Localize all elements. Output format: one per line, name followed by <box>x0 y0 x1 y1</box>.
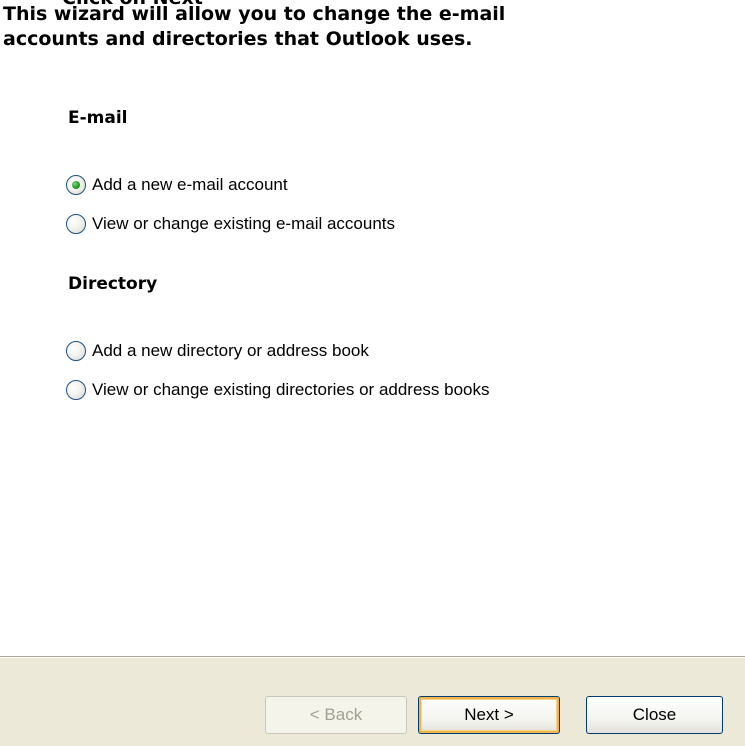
radio-label-add-email-account: Add a new e-mail account <box>92 175 288 194</box>
back-button[interactable]: < Back <box>265 696 407 734</box>
radio-add-directory[interactable]: Add a new directory or address book <box>66 338 369 364</box>
radio-add-email-account[interactable]: Add a new e-mail account <box>66 172 288 198</box>
radio-label-add-directory: Add a new directory or address book <box>92 341 369 360</box>
directory-section-title: Directory <box>68 274 158 294</box>
intro-line-1: This wizard will allow you to change the… <box>3 3 506 25</box>
radio-label-view-change-directories: View or change existing directories or a… <box>92 380 490 399</box>
radio-button-icon[interactable] <box>66 214 86 234</box>
radio-button-selected-icon[interactable] <box>66 175 86 195</box>
next-button[interactable]: Next > <box>418 696 560 734</box>
radio-button-icon[interactable] <box>66 380 86 400</box>
wizard-button-bar: < Back Next > Close <box>0 656 745 746</box>
wizard-intro: This wizard will allow you to change the… <box>3 2 703 52</box>
close-button[interactable]: Close <box>586 696 723 734</box>
radio-label-view-change-email-accounts: View or change existing e-mail accounts <box>92 214 396 233</box>
radio-button-icon[interactable] <box>66 341 86 361</box>
intro-line-2: accounts and directories that Outlook us… <box>3 28 473 50</box>
email-section-title: E-mail <box>68 108 128 128</box>
radio-view-change-email-accounts[interactable]: View or change existing e-mail accounts <box>66 211 395 237</box>
radio-view-change-directories[interactable]: View or change existing directories or a… <box>66 377 490 403</box>
